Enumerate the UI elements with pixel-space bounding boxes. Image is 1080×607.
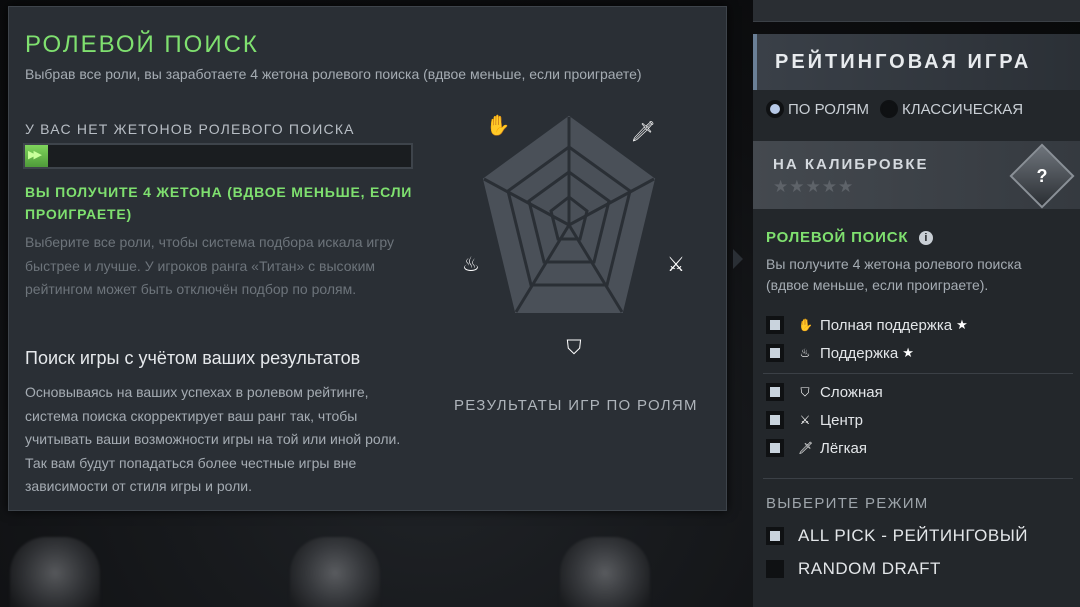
radio-dot <box>880 100 898 118</box>
role-search-text: Вы получите 4 жетона ролевого поиска (вд… <box>766 256 1022 293</box>
hero-portrait <box>10 537 100 607</box>
popup-title: РОЛЕВОЙ ПОИСК <box>25 31 259 58</box>
role-checkbox[interactable] <box>766 439 784 457</box>
panel-top-strip <box>753 0 1080 22</box>
calibration-stars: ★★★★★ <box>773 177 855 196</box>
radio-by-roles[interactable]: ПО РОЛЯМ <box>766 100 869 118</box>
role-label: Полная поддержка <box>820 316 953 334</box>
mid-icon: ⚔ <box>799 413 811 427</box>
no-tokens-label: У ВАС НЕТ ЖЕТОНОВ РОЛЕВОГО ПОИСКА <box>25 121 355 137</box>
radio-dot-selected <box>766 100 784 118</box>
hard-support-icon: ✋ <box>798 318 813 332</box>
role-search-title-text: РОЛЕВОЙ ПОИСК <box>766 229 909 246</box>
info-icon[interactable]: i <box>919 231 934 245</box>
role-checkbox[interactable] <box>766 316 784 334</box>
role-label: Центр <box>820 411 863 429</box>
rank-badge-symbol: ? <box>1036 166 1048 186</box>
token-progress-fill <box>25 145 49 167</box>
popup-pointer <box>733 249 743 269</box>
radar-label: РЕЗУЛЬТАТЫ ИГР ПО РОЛЯМ <box>454 397 698 414</box>
role-search-title: РОЛЕВОЙ ПОИСК i <box>766 229 934 246</box>
hero-portrait <box>290 537 380 607</box>
radio-label: ПО РОЛЯМ <box>788 100 869 118</box>
ranked-title: РЕЙТИНГОВАЯ ИГРА <box>775 51 1032 73</box>
token-progress-bar <box>23 143 413 169</box>
ranked-panel: РЕЙТИНГОВАЯ ИГРА ПО РОЛЯМ КЛАССИЧЕСКАЯ Н… <box>753 34 1080 607</box>
soft-support-icon: ♨ <box>462 254 480 276</box>
app-root: РОЛЕВОЙ ПОИСК Выбрав все роли, вы зарабо… <box>0 0 1080 607</box>
radio-classic[interactable]: КЛАССИЧЕСКАЯ <box>880 100 1023 118</box>
shield-bolt-icon: ⛉ <box>566 337 582 359</box>
role-label: Лёгкая <box>820 439 868 457</box>
popup-subtitle: Выбрав все роли, вы заработаете 4 жетона… <box>25 66 642 82</box>
sword-icon: 🗡 <box>630 121 656 143</box>
role-row-offlane[interactable]: ⛉ Сложная <box>766 383 883 401</box>
section-title: Поиск игры с учётом ваших результатов <box>25 348 361 368</box>
mode-title: ВЫБЕРИТЕ РЕЖИМ <box>766 495 929 512</box>
crossed-arrows-icon: ⚔ <box>667 254 685 276</box>
role-search-popup: РОЛЕВОЙ ПОИСК Выбрав все роли, вы зарабо… <box>8 6 727 511</box>
role-row-support[interactable]: ♨ Поддержка ★ <box>766 344 914 362</box>
carry-sword-icon: 🗡 <box>798 441 814 455</box>
star-icon: ★ <box>902 345 914 360</box>
role-divider <box>763 373 1073 374</box>
soft-support-icon: ♨ <box>799 346 811 360</box>
offlane-shield-icon: ⛉ <box>800 384 810 399</box>
ranked-header: РЕЙТИНГОВАЯ ИГРА <box>753 34 1080 90</box>
star-icon: ★ <box>956 317 968 332</box>
mode-label: RANDOM DRAFT <box>798 559 941 578</box>
mode-divider <box>763 478 1073 479</box>
role-row-hard-support[interactable]: ✋ Полная поддержка ★ <box>766 316 968 334</box>
hero-portrait <box>560 537 650 607</box>
calibration-title: НА КАЛИБРОВКЕ <box>773 156 929 173</box>
role-checkbox[interactable] <box>766 411 784 429</box>
mode-row-all-pick[interactable]: ALL PICK - РЕЙТИНГОВЫЙ <box>766 526 1028 546</box>
radio-label: КЛАССИЧЕСКАЯ <box>902 100 1024 118</box>
calibration-card: НА КАЛИБРОВКЕ ★★★★★ ? <box>753 141 1080 209</box>
hard-support-icon: ✋ <box>485 115 511 137</box>
role-checkbox[interactable] <box>766 383 784 401</box>
get-tokens-text: ВЫ ПОЛУЧИТЕ 4 ЖЕТОНА (ВДВОЕ МЕНЬШЕ, ЕСЛИ… <box>25 184 413 222</box>
mode-label: ALL PICK - РЕЙТИНГОВЫЙ <box>798 526 1028 545</box>
section-text: Основываясь на ваших успехах в ролевом р… <box>25 384 401 494</box>
role-label: Сложная <box>820 383 883 401</box>
role-row-carry[interactable]: 🗡 Лёгкая <box>766 439 867 457</box>
rank-badge-icon: ? <box>1009 143 1075 209</box>
mode-checkbox[interactable] <box>766 527 784 545</box>
mode-row-random-draft[interactable]: RANDOM DRAFT <box>766 559 941 579</box>
role-row-mid[interactable]: ⚔ Центр <box>766 411 863 429</box>
mode-checkbox[interactable] <box>766 560 784 578</box>
hint-text: Выберите все роли, чтобы система подбора… <box>25 234 394 297</box>
role-checkbox[interactable] <box>766 344 784 362</box>
role-label: Поддержка <box>820 344 899 362</box>
